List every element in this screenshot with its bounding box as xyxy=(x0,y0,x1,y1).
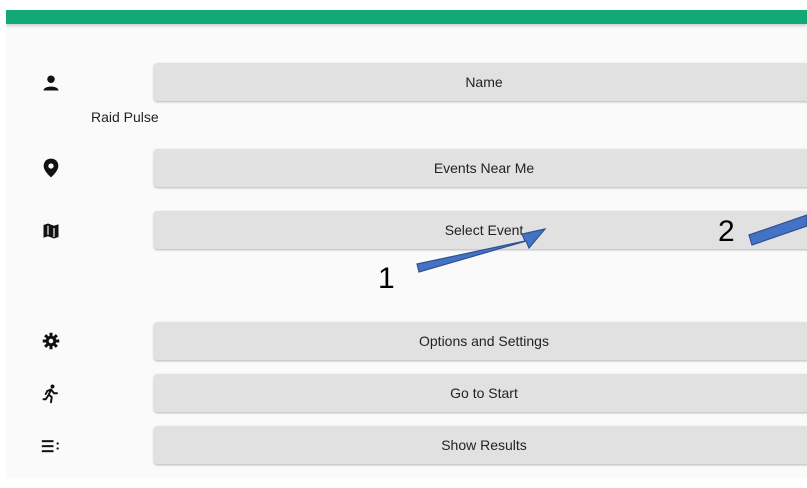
arrow-1 xyxy=(416,228,547,273)
annotation-label-1: 1 xyxy=(378,262,395,295)
annotation-label-2: 2 xyxy=(718,215,735,248)
arrow-2 xyxy=(748,214,807,246)
annotation-arrows xyxy=(416,214,807,273)
